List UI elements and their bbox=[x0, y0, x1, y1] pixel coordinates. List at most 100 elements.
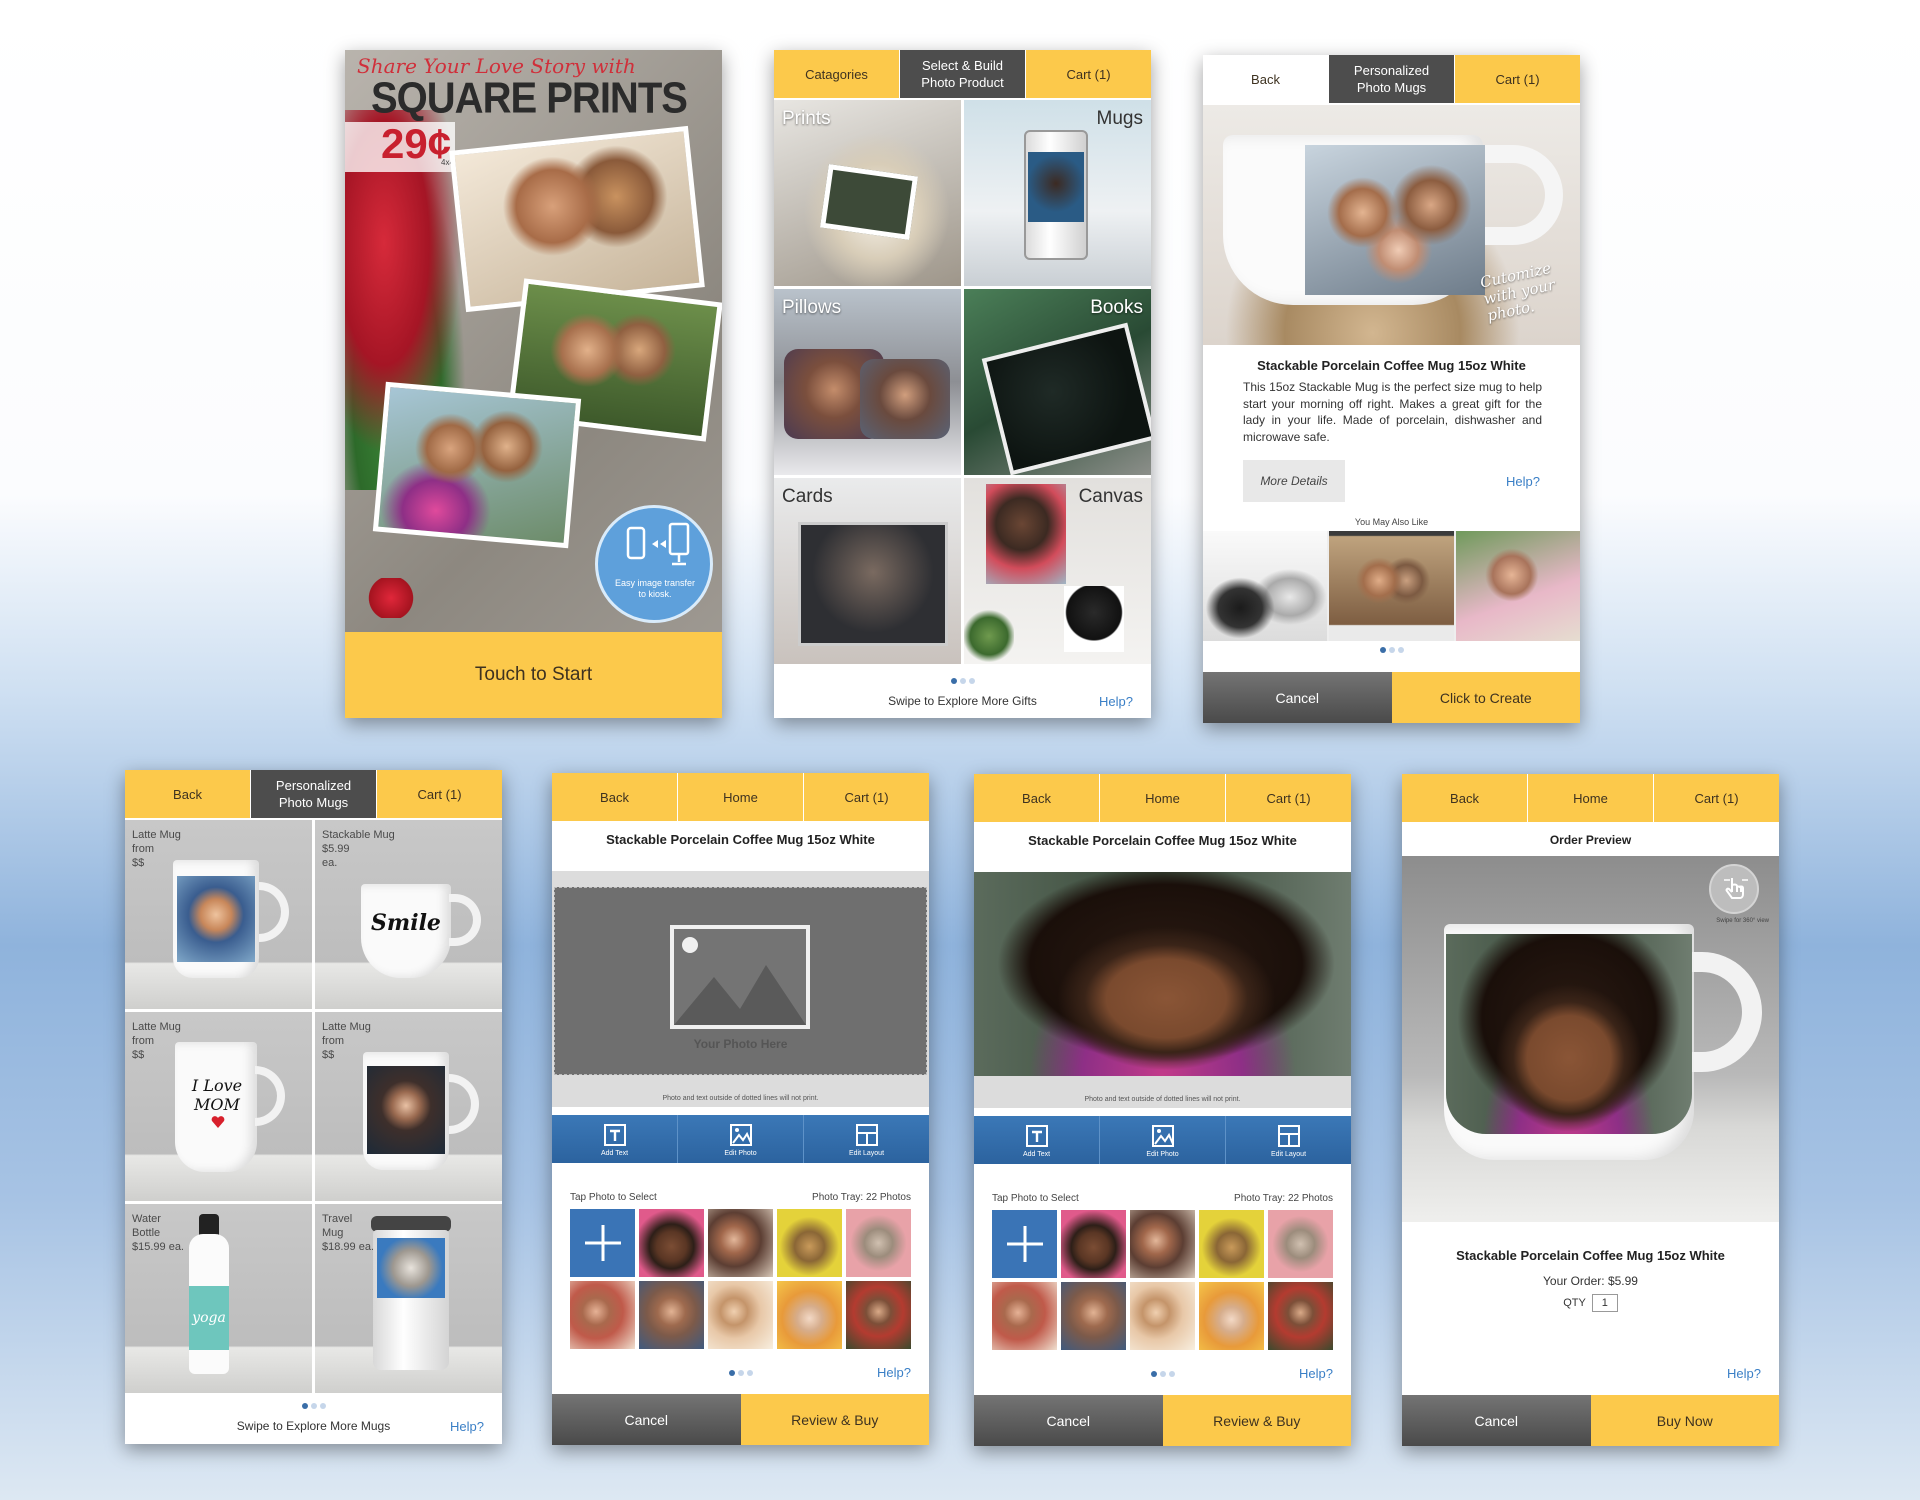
category-tile-pillows[interactable]: Pillows bbox=[774, 289, 961, 475]
editor-empty-screen: Back Home Cart (1) Stackable Porcelain C… bbox=[552, 773, 929, 1445]
tab-cart[interactable]: Cart (1) bbox=[377, 770, 502, 818]
suggestion-photo-frame[interactable] bbox=[1329, 531, 1454, 641]
edit-layout-tool[interactable]: Edit Layout bbox=[1226, 1116, 1351, 1164]
tray-photo[interactable] bbox=[777, 1209, 842, 1277]
tab-cart[interactable]: Cart (1) bbox=[1455, 55, 1580, 103]
mug-item-latte-3[interactable]: Latte Mug from $$ bbox=[315, 1012, 502, 1201]
add-text-tool[interactable]: Add Text bbox=[552, 1115, 678, 1163]
mug-item-water-bottle[interactable]: yoga Water Bottle $15.99 ea. bbox=[125, 1204, 312, 1393]
edit-layout-icon bbox=[855, 1123, 878, 1146]
back-button[interactable]: Back bbox=[1402, 774, 1528, 822]
mug-preview[interactable]: Swipe for 360° view bbox=[1402, 856, 1779, 1222]
review-buy-button[interactable]: Review & Buy bbox=[1162, 1395, 1351, 1446]
photo-canvas[interactable]: Your Photo Here bbox=[552, 871, 929, 1091]
attract-screen: Share Your Love Story with SQUARE PRINTS… bbox=[345, 50, 722, 718]
mug-item-latte-2[interactable]: I Love MOM Latte Mug from $$ bbox=[125, 1012, 312, 1201]
buy-now-button[interactable]: Buy Now bbox=[1590, 1395, 1779, 1446]
add-text-tool[interactable]: Add Text bbox=[974, 1116, 1100, 1164]
tab-cart[interactable]: Cart (1) bbox=[1026, 50, 1151, 98]
plus-icon bbox=[1006, 1226, 1043, 1262]
tray-photo[interactable] bbox=[1061, 1282, 1126, 1350]
add-photo-button[interactable] bbox=[570, 1209, 635, 1277]
cart-button[interactable]: Cart (1) bbox=[1654, 774, 1779, 822]
qty-input[interactable]: 1 bbox=[1591, 1294, 1618, 1312]
tray-photo[interactable] bbox=[1130, 1210, 1195, 1278]
tray-photo[interactable] bbox=[639, 1281, 704, 1349]
add-text-icon bbox=[1025, 1124, 1048, 1147]
back-button[interactable]: Back bbox=[125, 770, 251, 818]
suggestion-canvas[interactable] bbox=[1455, 531, 1580, 641]
edit-photo-tool[interactable]: Edit Photo bbox=[1100, 1116, 1226, 1164]
category-label-prints: Prints bbox=[782, 108, 831, 129]
back-button[interactable]: Back bbox=[552, 773, 678, 821]
edit-photo-tool[interactable]: Edit Photo bbox=[678, 1115, 804, 1163]
help-link[interactable]: Help? bbox=[1299, 1366, 1333, 1381]
swipe-360-badge[interactable] bbox=[1709, 864, 1759, 914]
tab-personalized-mugs[interactable]: Personalized Photo Mugs bbox=[1329, 55, 1455, 103]
edit-toolbar: Add Text Edit Photo Edit Layout bbox=[974, 1116, 1351, 1164]
qty-row: QTY 1 bbox=[1402, 1294, 1779, 1312]
tool-label: Edit Photo bbox=[1146, 1150, 1179, 1158]
tray-photo[interactable] bbox=[1199, 1210, 1264, 1278]
product-description: This 15oz Stackable Mug is the perfect s… bbox=[1243, 380, 1542, 444]
suggestion-frames[interactable] bbox=[1203, 531, 1328, 641]
tray-photo[interactable] bbox=[1268, 1210, 1333, 1278]
mug-info: Latte Mug from $$ bbox=[322, 1021, 371, 1061]
category-tile-cards[interactable]: Cards bbox=[774, 478, 961, 664]
cart-button[interactable]: Cart (1) bbox=[804, 773, 929, 821]
cancel-button[interactable]: Cancel bbox=[1203, 672, 1392, 723]
cancel-button[interactable]: Cancel bbox=[1402, 1395, 1591, 1446]
tray-photo[interactable] bbox=[708, 1281, 773, 1349]
also-like-label: You May Also Like bbox=[1354, 517, 1429, 527]
category-tile-prints[interactable]: Prints bbox=[774, 100, 961, 286]
transfer-badge[interactable]: Easy image transfer to kiosk. bbox=[595, 505, 713, 623]
home-button[interactable]: Home bbox=[678, 773, 804, 821]
category-tile-books[interactable]: Books bbox=[964, 289, 1151, 475]
create-button[interactable]: Click to Create bbox=[1391, 672, 1580, 723]
tray-photo[interactable] bbox=[639, 1209, 704, 1277]
tab-select-build[interactable]: Select & Build Photo Product bbox=[900, 50, 1026, 98]
touch-to-start-button[interactable]: Touch to Start bbox=[345, 632, 722, 718]
customize-callout: Cutomize with your photo. bbox=[1478, 258, 1557, 325]
phone-to-kiosk-icon bbox=[626, 522, 690, 566]
back-button[interactable]: Back bbox=[1203, 55, 1329, 103]
cancel-button[interactable]: Cancel bbox=[552, 1394, 741, 1445]
add-photo-button[interactable] bbox=[992, 1210, 1057, 1278]
tray-photo[interactable] bbox=[708, 1209, 773, 1277]
mug-info: Travel Mug $18.99 ea. bbox=[322, 1213, 374, 1253]
more-details-button[interactable]: More Details bbox=[1243, 460, 1345, 502]
tray-photo[interactable] bbox=[846, 1209, 911, 1277]
editor-filled-screen: Back Home Cart (1) Stackable Porcelain C… bbox=[974, 774, 1351, 1446]
tab-personalized-mugs[interactable]: Personalized Photo Mugs bbox=[251, 770, 377, 818]
edit-layout-tool[interactable]: Edit Layout bbox=[804, 1115, 929, 1163]
cancel-button[interactable]: Cancel bbox=[974, 1395, 1163, 1446]
tray-photo[interactable] bbox=[1061, 1210, 1126, 1278]
category-tile-mugs[interactable]: Mugs bbox=[964, 100, 1151, 286]
order-preview-screen: Back Home Cart (1) Order Preview Swipe f… bbox=[1402, 774, 1779, 1446]
home-button[interactable]: Home bbox=[1100, 774, 1226, 822]
tray-photo[interactable] bbox=[992, 1282, 1057, 1350]
tray-photo[interactable] bbox=[1130, 1282, 1195, 1350]
tray-photo[interactable] bbox=[777, 1281, 842, 1349]
photo-canvas[interactable] bbox=[974, 872, 1351, 1092]
tray-photo[interactable] bbox=[1268, 1282, 1333, 1350]
bottle-text-yoga: yoga bbox=[189, 1286, 229, 1350]
cart-button[interactable]: Cart (1) bbox=[1226, 774, 1351, 822]
mug-item-latte-1[interactable]: Latte Mug from $$ bbox=[125, 820, 312, 1009]
tray-photo[interactable] bbox=[1199, 1282, 1264, 1350]
category-tile-canvas[interactable]: Canvas bbox=[964, 478, 1151, 664]
help-link[interactable]: Help? bbox=[1727, 1366, 1761, 1381]
help-link[interactable]: Help? bbox=[450, 1419, 484, 1434]
help-link[interactable]: Help? bbox=[877, 1365, 911, 1380]
tray-photo[interactable] bbox=[846, 1281, 911, 1349]
tool-label: Add Text bbox=[600, 1149, 629, 1157]
help-link[interactable]: Help? bbox=[1506, 474, 1540, 489]
home-button[interactable]: Home bbox=[1528, 774, 1654, 822]
help-link[interactable]: Help? bbox=[1099, 694, 1133, 709]
review-buy-button[interactable]: Review & Buy bbox=[740, 1394, 929, 1445]
mug-item-travel-mug[interactable]: Travel Mug $18.99 ea. bbox=[315, 1204, 502, 1393]
mug-item-stackable[interactable]: Smile Stackable Mug $5.99 ea. bbox=[315, 820, 502, 1009]
tab-categories[interactable]: Catagories bbox=[774, 50, 900, 98]
back-button[interactable]: Back bbox=[974, 774, 1100, 822]
tray-photo[interactable] bbox=[570, 1281, 635, 1349]
